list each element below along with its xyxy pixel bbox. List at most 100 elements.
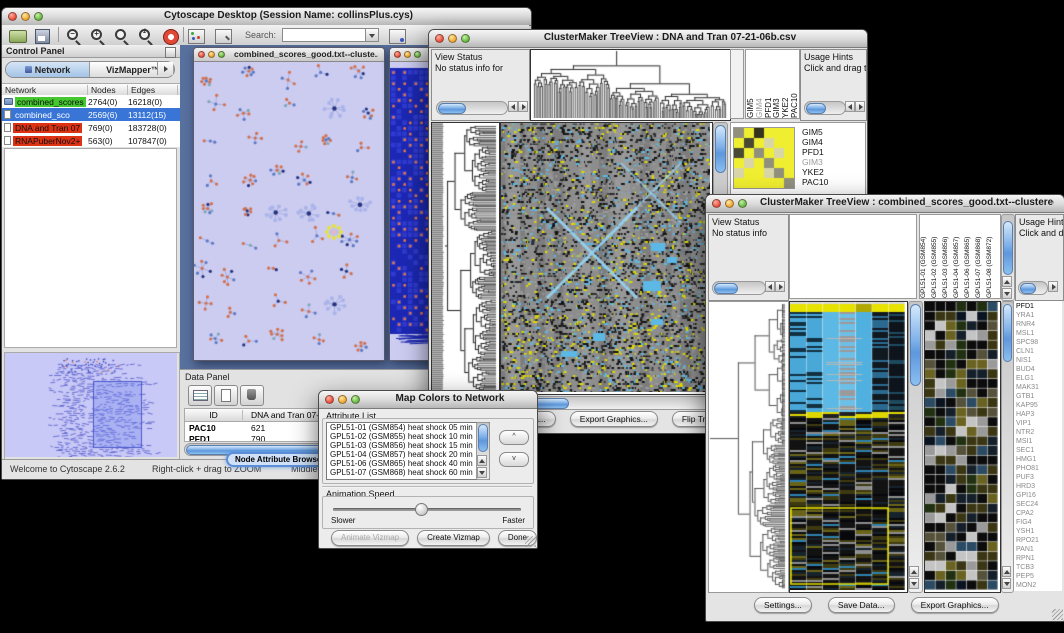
minimize-button[interactable]: [338, 395, 347, 404]
attribute-item[interactable]: GPL51-03 (GSM856) heat shock 15 min: [327, 441, 489, 450]
column-label[interactable]: GPL51-03 (GSM856): [942, 215, 953, 298]
column-label[interactable]: GPL51-02 (GSM855): [931, 215, 942, 298]
scroll-right-button[interactable]: [518, 101, 528, 112]
gene-label[interactable]: RNR4: [1016, 320, 1062, 329]
view-status-scrollbar[interactable]: [712, 281, 766, 295]
scroll-up-button[interactable]: [477, 455, 487, 466]
open-file-icon[interactable]: [9, 27, 29, 43]
close-button[interactable]: [8, 12, 17, 21]
scroll-up-button[interactable]: [1002, 566, 1011, 577]
network-canvas[interactable]: [194, 62, 382, 359]
row-label[interactable]: PFD1: [802, 147, 862, 157]
birdseye-view[interactable]: [4, 352, 180, 460]
search-config-icon[interactable]: [389, 27, 409, 43]
gene-label[interactable]: NTR2: [1016, 428, 1062, 437]
birdseye-canvas[interactable]: [5, 353, 177, 457]
column-label[interactable]: GIM3: [772, 50, 781, 118]
dialog-button[interactable]: Create Vizmap: [417, 530, 490, 546]
gene-label[interactable]: SEC1: [1016, 446, 1062, 455]
treeview-button[interactable]: Export Graphics...: [911, 597, 999, 613]
scroll-down-button[interactable]: [1002, 288, 1012, 299]
float-panel-icon[interactable]: [165, 47, 176, 58]
treeview-button[interactable]: Save Data...: [828, 597, 895, 613]
gene-label[interactable]: YSH1: [1016, 527, 1062, 536]
column-dendrogram[interactable]: [530, 49, 731, 121]
vizmapper-icon[interactable]: [188, 27, 208, 43]
gene-label[interactable]: BUD4: [1016, 365, 1062, 374]
search-input[interactable]: [282, 28, 368, 42]
row-label[interactable]: GIM5: [802, 127, 862, 137]
gene-label[interactable]: TCB3: [1016, 563, 1062, 572]
search-dropdown-button[interactable]: [365, 28, 379, 42]
zoom-selected-icon[interactable]: 1: [137, 27, 157, 43]
zoom-button[interactable]: [738, 199, 747, 208]
move-down-button[interactable]: v: [499, 452, 529, 467]
heatmap[interactable]: [789, 301, 908, 593]
attribute-item[interactable]: GPL51-07 (GSM868) heat shock 60 min: [327, 468, 489, 477]
network-row[interactable]: RNAPuberNov2+ 563(0) 107847(0): [2, 134, 180, 147]
minimize-button[interactable]: [21, 12, 30, 21]
column-label[interactable]: GIM5: [746, 50, 755, 118]
gene-label[interactable]: MSI1: [1016, 437, 1062, 446]
gene-label[interactable]: PEP5: [1016, 572, 1062, 581]
column-dendrogram-area[interactable]: [789, 214, 917, 299]
network-view-window[interactable]: combined_scores_good.txt--cluste...: [193, 47, 385, 361]
scrollbar-thumb[interactable]: [1003, 221, 1013, 275]
network-row[interactable]: combined_scores 2764(0) 16218(0): [2, 95, 180, 108]
table-icon[interactable]: [188, 385, 212, 406]
heatmap[interactable]: [500, 122, 713, 395]
dialog-titlebar[interactable]: Map Colors to Network: [319, 391, 537, 409]
attribute-list-scrollbar[interactable]: [476, 422, 490, 480]
gene-label[interactable]: NIS1: [1016, 356, 1062, 365]
gene-label[interactable]: MSL1: [1016, 329, 1062, 338]
gene-label[interactable]: GTB1: [1016, 392, 1062, 401]
gene-label[interactable]: KAP95: [1016, 401, 1062, 410]
attribute-item[interactable]: GPL51-04 (GSM857) heat shock 20 min: [327, 450, 489, 459]
delete-attribute-icon[interactable]: [240, 385, 264, 406]
treeview-button[interactable]: Settings...: [754, 597, 812, 613]
similarity-heatmap[interactable]: [733, 127, 795, 189]
zoom-button[interactable]: [218, 51, 225, 58]
new-attribute-icon[interactable]: [214, 385, 238, 406]
resize-grip[interactable]: [1052, 609, 1063, 620]
gene-label[interactable]: PUF3: [1016, 473, 1062, 482]
network-row[interactable]: combined_sco 2569(6) 13112(15): [2, 108, 180, 121]
column-label[interactable]: GPL51-04 (GSM857): [953, 215, 964, 298]
scroll-left-button[interactable]: [765, 281, 775, 292]
treeview-button[interactable]: Export Graphics...: [570, 411, 658, 427]
gene-label[interactable]: MON2: [1016, 581, 1062, 590]
dialog-button[interactable]: Animate Vizmap: [331, 530, 409, 546]
network-view-titlebar[interactable]: combined_scores_good.txt--cluste...: [194, 48, 384, 62]
row-label[interactable]: GIM4: [802, 137, 862, 147]
minimize-button[interactable]: [448, 34, 457, 43]
gene-label[interactable]: MAK31: [1016, 383, 1062, 392]
column-label[interactable]: GPL51-07 (GSM868): [975, 215, 986, 298]
scroll-up-button[interactable]: [909, 566, 919, 577]
view-status-scrollbar[interactable]: [436, 101, 508, 115]
attribute-list[interactable]: GPL51-01 (GSM854) heat shock 05 minGPL51…: [326, 422, 490, 480]
minimize-button[interactable]: [404, 51, 411, 58]
row-label[interactable]: GIM3: [802, 157, 862, 167]
zoom-button[interactable]: [414, 51, 421, 58]
zoom-out-icon[interactable]: −: [65, 27, 85, 43]
close-button[interactable]: [712, 199, 721, 208]
gene-label[interactable]: SEC24: [1016, 500, 1062, 509]
zoom-button[interactable]: [461, 34, 470, 43]
column-label[interactable]: PAC10: [790, 50, 799, 118]
scroll-right-button[interactable]: [1048, 281, 1058, 292]
move-up-button[interactable]: ^: [499, 430, 529, 445]
close-button[interactable]: [198, 51, 205, 58]
scrollbar-thumb[interactable]: [715, 125, 726, 173]
treeview2-titlebar[interactable]: ClusterMaker TreeView : combined_scores_…: [706, 195, 1064, 213]
gene-label[interactable]: HAP3: [1016, 410, 1062, 419]
zoom-button[interactable]: [351, 395, 360, 404]
treeview1-titlebar[interactable]: ClusterMaker TreeView : DNA and Tran 07-…: [429, 30, 867, 48]
gene-label[interactable]: HMG1: [1016, 455, 1062, 464]
zoom-button[interactable]: [34, 12, 43, 21]
attribute-item[interactable]: GPL51-06 (GSM865) heat shock 40 min: [327, 459, 489, 468]
gene-label[interactable]: YRA1: [1016, 311, 1062, 320]
close-button[interactable]: [394, 51, 401, 58]
network-row[interactable]: DNA and Tran 07 769(0) 183728(0): [2, 121, 180, 134]
gene-label[interactable]: VIP1: [1016, 419, 1062, 428]
scroll-right-button[interactable]: [775, 281, 785, 292]
